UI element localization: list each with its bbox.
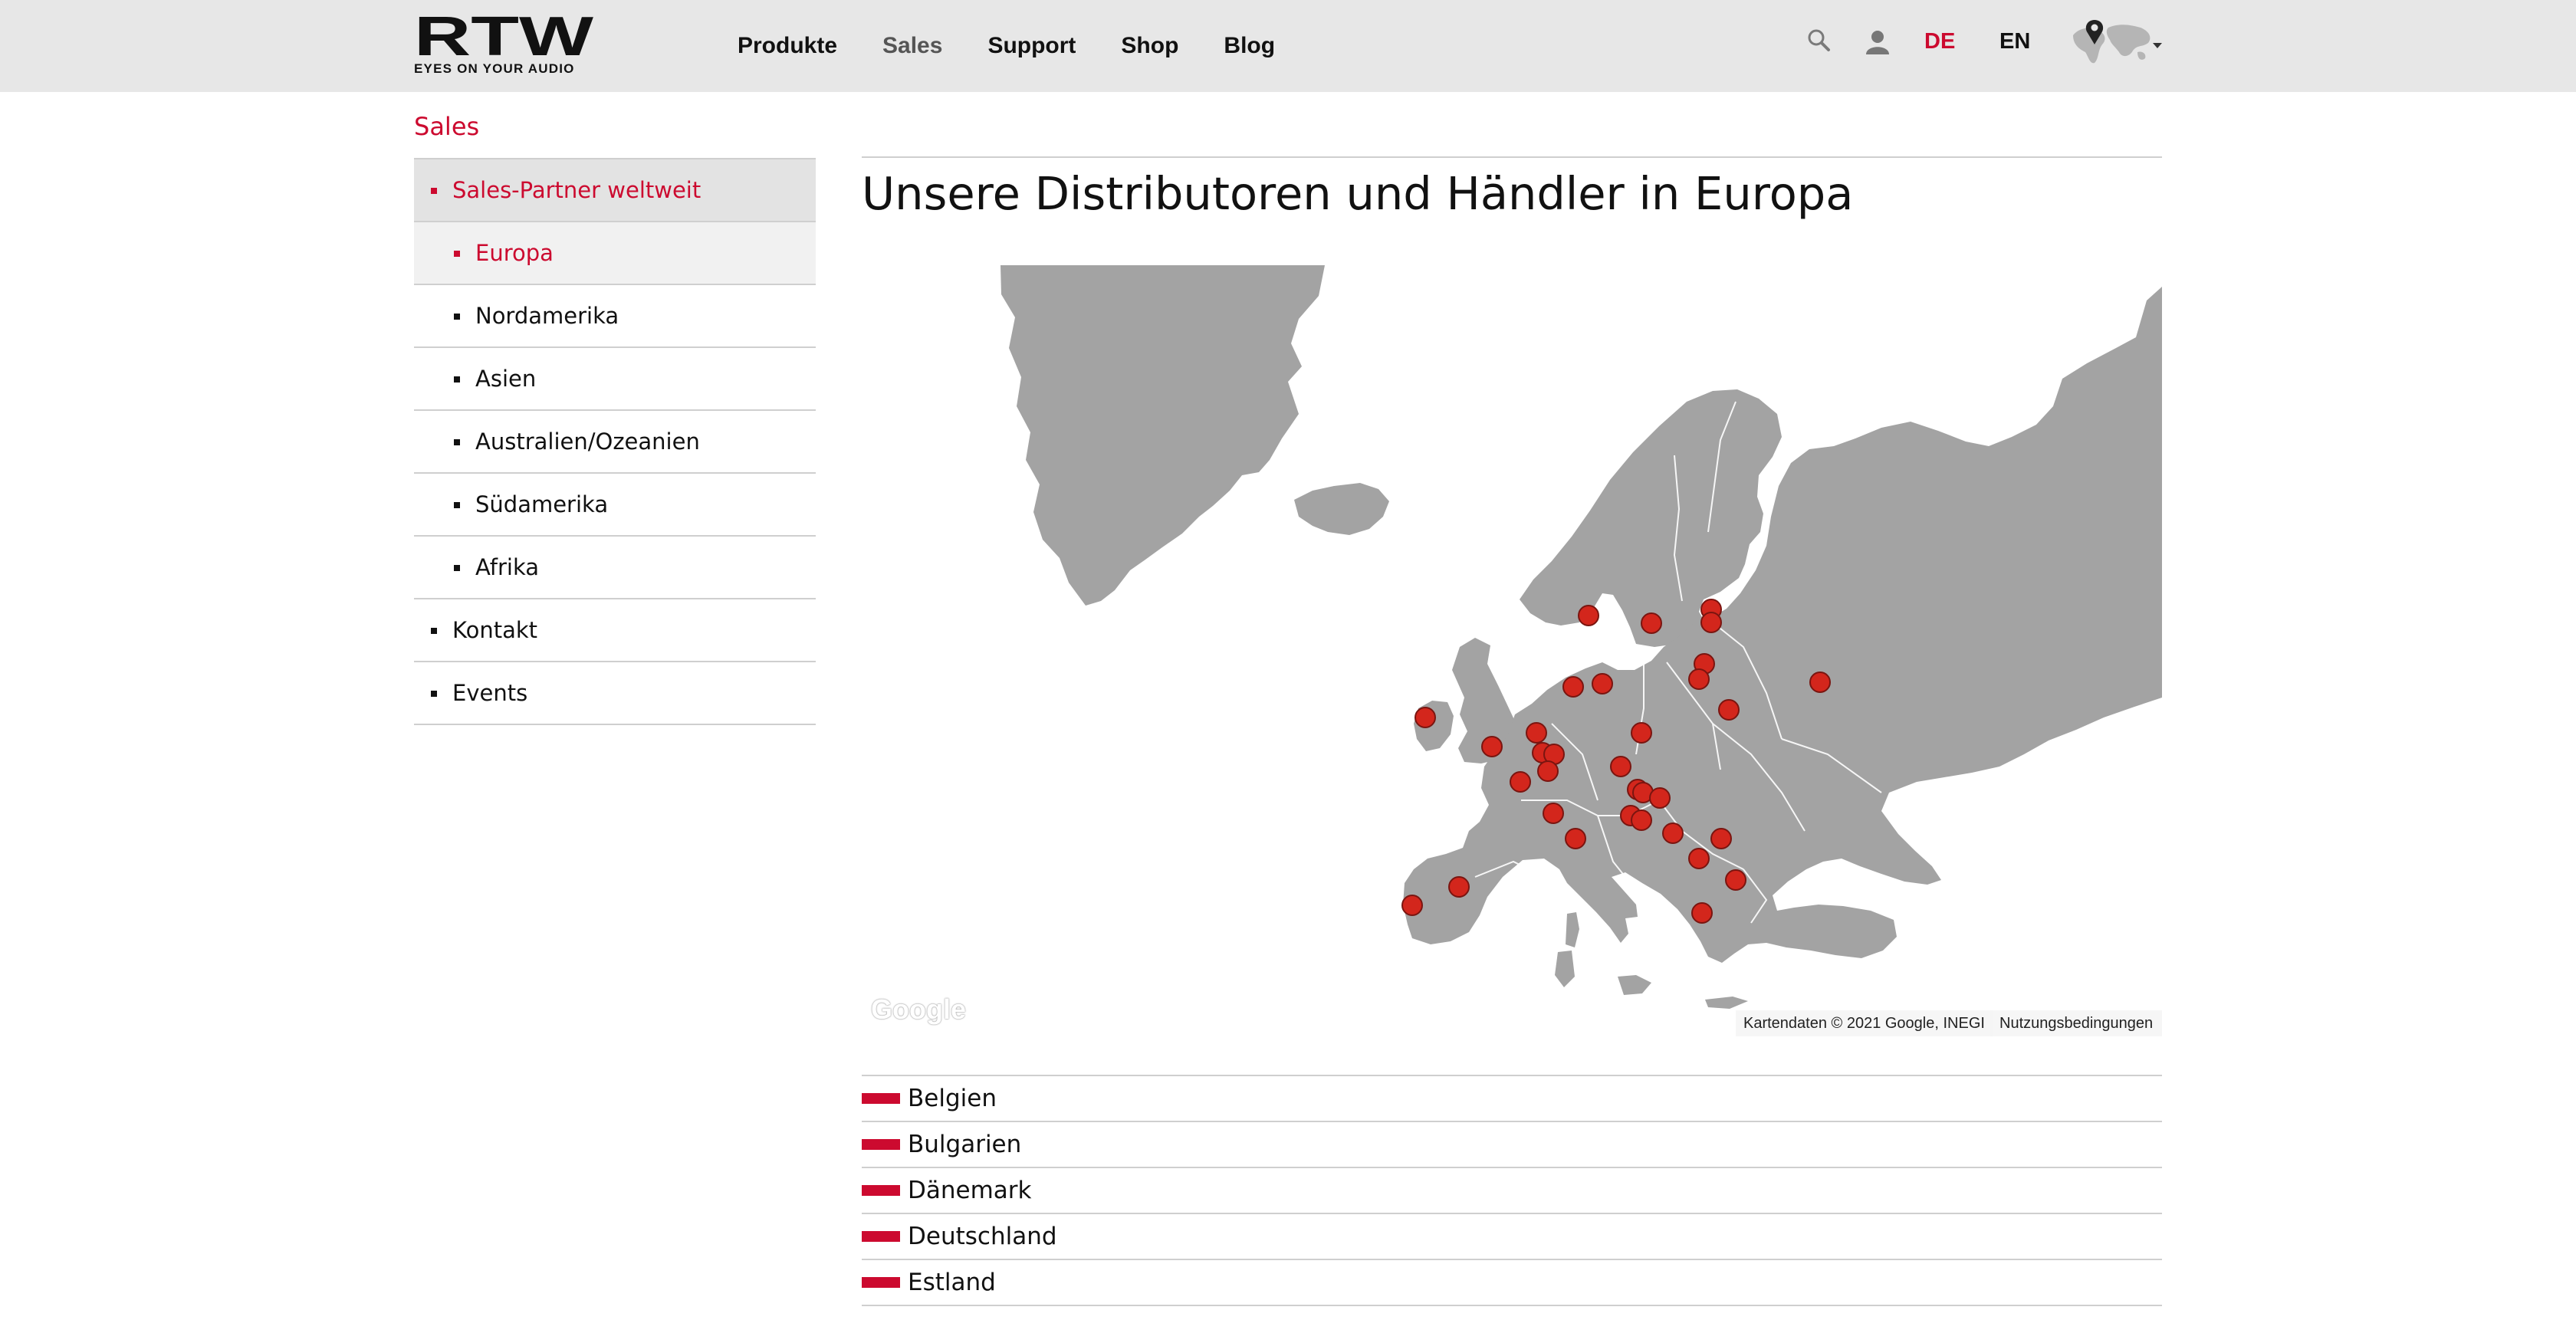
map-marker[interactable]: [1481, 736, 1503, 757]
sidebar-item-label: Afrika: [475, 554, 540, 580]
country-item-estland[interactable]: Estland: [862, 1260, 2162, 1306]
sidebar-item-label: Nordamerika: [475, 303, 619, 329]
sidebar-item-sales-partner-weltweit[interactable]: Sales-Partner weltweit: [414, 159, 816, 222]
caret-down-icon: [2153, 43, 2162, 48]
country-label: Deutschland: [908, 1223, 1057, 1250]
map-copyright: Kartendaten © 2021 Google, INEGI: [1736, 1010, 1993, 1036]
sidebar-item-label: Australien/Ozeanien: [475, 429, 700, 455]
map-marker[interactable]: [1562, 676, 1584, 698]
search-icon[interactable]: [1806, 28, 1831, 52]
map-marker[interactable]: [1710, 828, 1732, 849]
map-marker[interactable]: [1641, 612, 1662, 634]
map-marker[interactable]: [1610, 756, 1631, 777]
sidebar-item-asien[interactable]: Asien: [414, 348, 816, 411]
map-marker[interactable]: [1401, 895, 1423, 916]
page-title: Unsere Distributoren und Händler in Euro…: [862, 167, 1854, 220]
map-marker[interactable]: [1537, 760, 1559, 782]
sidebar-item-events[interactable]: Events: [414, 662, 816, 725]
country-label: Estland: [908, 1269, 996, 1296]
bullet-icon: [454, 439, 460, 445]
map-marker[interactable]: [1725, 869, 1746, 891]
country-flag-icon: [862, 1093, 900, 1104]
bullet-icon: [431, 628, 437, 634]
region-selector[interactable]: [2068, 17, 2165, 67]
bullet-icon: [431, 188, 437, 194]
sidebar-item-australien-ozeanien[interactable]: Australien/Ozeanien: [414, 411, 816, 474]
site-header: RTW EYES ON YOUR AUDIO Produkte Sales Su…: [0, 0, 2576, 92]
bullet-icon: [454, 376, 460, 383]
map-marker[interactable]: [1718, 699, 1740, 721]
map-marker[interactable]: [1631, 722, 1652, 744]
logo-tagline: EYES ON YOUR AUDIO: [414, 61, 575, 76]
map-copyright-text: Kartendaten © 2021 Google, INEGI: [1743, 1014, 1985, 1032]
map-land: [1001, 265, 2162, 1009]
map-marker[interactable]: [1414, 707, 1436, 728]
map-marker[interactable]: [1578, 605, 1599, 626]
language-en[interactable]: EN: [1999, 29, 2030, 54]
nav-blog[interactable]: Blog: [1224, 33, 1275, 59]
bullet-icon: [454, 314, 460, 320]
nav-sales[interactable]: Sales: [882, 33, 942, 59]
map-marker[interactable]: [1691, 902, 1713, 924]
nav-shop[interactable]: Shop: [1121, 33, 1178, 59]
distributor-map[interactable]: [862, 264, 2162, 1041]
sidebar-item-label: Asien: [475, 366, 537, 392]
sidebar-item-label: Südamerika: [475, 491, 609, 517]
sidebar-item-label: Events: [452, 680, 528, 706]
country-item-deutschland[interactable]: Deutschland: [862, 1214, 2162, 1260]
map-marker[interactable]: [1700, 612, 1722, 633]
map-marker[interactable]: [1543, 803, 1564, 824]
country-label: Belgien: [908, 1085, 997, 1112]
country-flag-icon: [862, 1185, 900, 1196]
map-terms-link[interactable]: Nutzungsbedingungen: [1990, 1010, 2163, 1036]
sidebar-item-afrika[interactable]: Afrika: [414, 537, 816, 599]
country-label: Bulgarien: [908, 1131, 1022, 1158]
country-flag-icon: [862, 1139, 900, 1150]
map-marker[interactable]: [1448, 876, 1470, 898]
map-marker[interactable]: [1688, 668, 1710, 690]
section-label[interactable]: Sales: [414, 112, 479, 141]
country-item-daenemark[interactable]: Dänemark: [862, 1168, 2162, 1214]
bullet-icon: [431, 691, 437, 697]
bullet-icon: [454, 565, 460, 571]
sidebar-item-label: Kontakt: [452, 617, 538, 643]
nav-produkte[interactable]: Produkte: [738, 33, 837, 59]
country-item-belgien[interactable]: Belgien: [862, 1076, 2162, 1122]
sidebar-item-nordamerika[interactable]: Nordamerika: [414, 285, 816, 348]
sidebar-item-suedamerika[interactable]: Südamerika: [414, 474, 816, 537]
language-de[interactable]: DE: [1924, 29, 1955, 54]
sidebar-item-europa[interactable]: Europa: [414, 222, 816, 285]
user-icon[interactable]: [1865, 29, 1891, 55]
map-marker[interactable]: [1510, 771, 1531, 793]
country-flag-icon: [862, 1277, 900, 1288]
map-marker[interactable]: [1631, 809, 1652, 831]
content-divider: [862, 156, 2162, 158]
country-list: Belgien Bulgarien Dänemark Deutschland E…: [862, 1075, 2162, 1306]
sidebar-item-kontakt[interactable]: Kontakt: [414, 599, 816, 662]
map-marker[interactable]: [1526, 722, 1547, 744]
map-marker[interactable]: [1809, 671, 1831, 693]
country-label: Dänemark: [908, 1177, 1032, 1204]
map-marker[interactable]: [1688, 848, 1710, 869]
world-map-pin-icon: [2073, 20, 2150, 64]
sidebar-nav: Sales-Partner weltweit Europa Nordamerik…: [414, 158, 816, 725]
sidebar-item-label: Europa: [475, 240, 554, 266]
map-marker[interactable]: [1592, 673, 1613, 694]
country-item-bulgarien[interactable]: Bulgarien: [862, 1122, 2162, 1168]
svg-text:RTW: RTW: [414, 12, 593, 67]
bullet-icon: [454, 502, 460, 508]
map-marker[interactable]: [1649, 787, 1671, 809]
country-flag-icon: [862, 1231, 900, 1242]
google-logo: Google: [871, 993, 966, 1025]
map-marker[interactable]: [1662, 823, 1684, 844]
bullet-icon: [454, 251, 460, 257]
nav-support[interactable]: Support: [987, 33, 1076, 59]
sidebar-item-label: Sales-Partner weltweit: [452, 177, 702, 203]
map-marker[interactable]: [1565, 828, 1586, 849]
map-terms-text: Nutzungsbedingungen: [1999, 1014, 2154, 1032]
main-nav: Produkte Sales Support Shop Blog: [738, 0, 1320, 92]
